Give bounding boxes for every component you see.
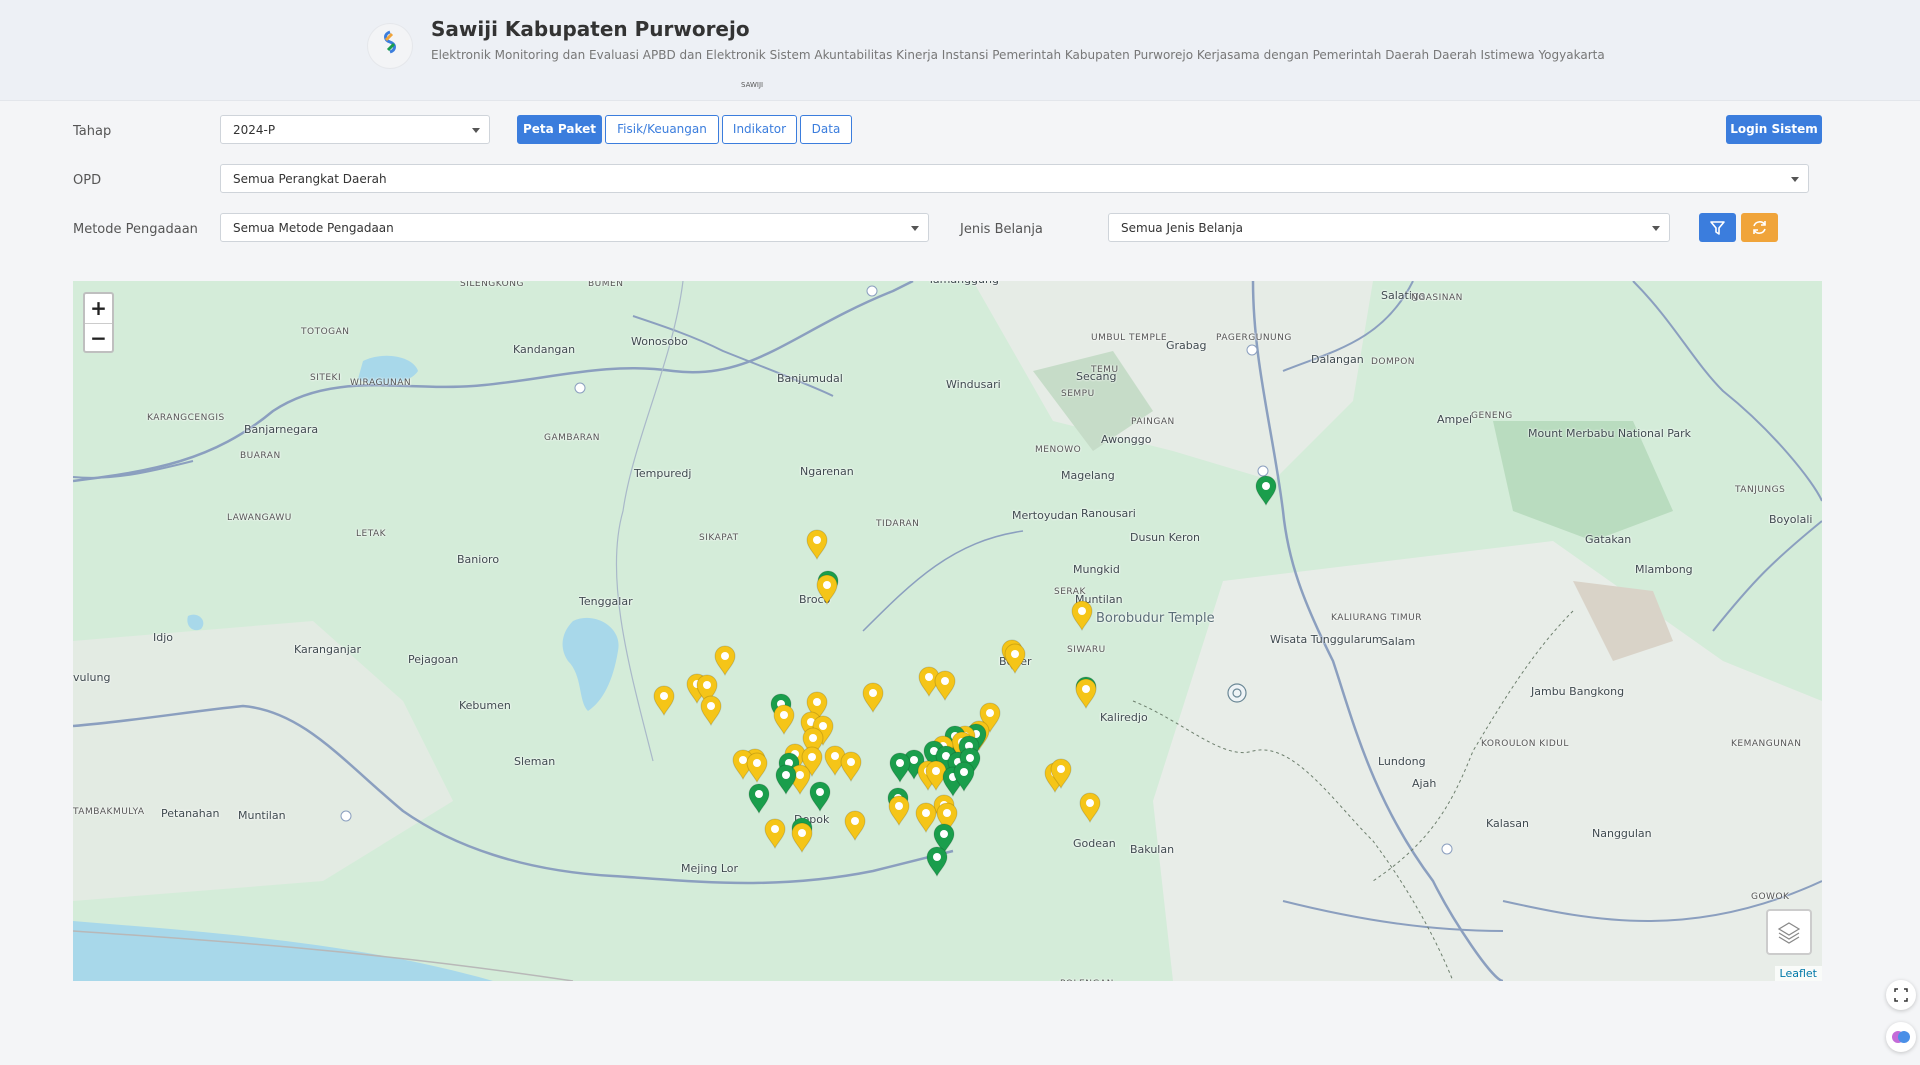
tahap-select[interactable]: 2024-P — [220, 115, 490, 144]
app-header: SAWIJI Sawiji Kabupaten Purworejo Elektr… — [0, 0, 1920, 101]
map-marker-yellow-icon[interactable] — [1071, 600, 1093, 632]
map-marker-yellow-icon[interactable] — [700, 695, 722, 727]
chevron-down-icon — [472, 128, 480, 133]
tahap-select-value: 2024-P — [233, 123, 276, 137]
expand-icon — [1894, 988, 1908, 1002]
map-marker-green-icon[interactable] — [748, 783, 770, 815]
zoom-out-button[interactable]: − — [85, 324, 112, 353]
layers-button[interactable] — [1766, 909, 1812, 955]
login-button[interactable]: Login Sistem — [1726, 115, 1822, 144]
tab-indikator[interactable]: Indikator — [722, 115, 797, 144]
fullscreen-button[interactable] — [1886, 980, 1916, 1010]
tab-fisik-keuangan[interactable]: Fisik/Keuangan — [605, 115, 719, 144]
map-marker-yellow-icon[interactable] — [806, 529, 828, 561]
map-marker-yellow-icon[interactable] — [888, 795, 910, 827]
brain-icon — [1892, 1031, 1910, 1043]
map-marker-yellow-icon[interactable] — [1075, 678, 1097, 710]
opd-select[interactable]: Semua Perangkat Daerah — [220, 164, 1809, 193]
refresh-icon — [1753, 221, 1766, 234]
opd-select-value: Semua Perangkat Daerah — [233, 172, 387, 186]
map-marker-yellow-icon[interactable] — [1004, 643, 1026, 675]
assistant-button[interactable] — [1886, 1022, 1916, 1052]
temple-icon — [1227, 683, 1247, 703]
map-marker-yellow-icon[interactable] — [773, 704, 795, 736]
metode-select[interactable]: Semua Metode Pengadaan — [220, 213, 929, 242]
app-title: Sawiji Kabupaten Purworejo — [431, 17, 750, 41]
map-attribution[interactable]: Leaflet — [1774, 966, 1822, 981]
jenis-belanja-select[interactable]: Semua Jenis Belanja — [1108, 213, 1670, 242]
map-marker-yellow-icon[interactable] — [653, 685, 675, 717]
reset-button[interactable] — [1741, 213, 1778, 242]
tab-data[interactable]: Data — [800, 115, 852, 144]
opd-label: OPD — [73, 173, 102, 188]
logo-mark-icon — [384, 30, 396, 54]
map-marker-yellow-icon[interactable] — [764, 818, 786, 850]
app-logo: SAWIJI — [368, 24, 763, 89]
layers-icon — [1777, 922, 1801, 944]
map-marker-yellow-icon[interactable] — [844, 810, 866, 842]
map-marker-yellow-icon[interactable] — [746, 752, 768, 784]
chevron-down-icon — [911, 226, 919, 231]
map-container[interactable]: SILENGKONGBUMENTamanggungSalatigaNGASINA… — [73, 281, 1822, 981]
map-marker-yellow-icon[interactable] — [934, 670, 956, 702]
map-marker-green-icon[interactable] — [889, 752, 911, 784]
logo-text: SAWIJI — [741, 81, 764, 89]
zoom-control: + − — [83, 292, 114, 353]
map-marker-yellow-icon[interactable] — [791, 822, 813, 854]
metode-select-value: Semua Metode Pengadaan — [233, 221, 394, 235]
metode-label: Metode Pengadaan — [73, 222, 198, 237]
jenis-belanja-select-value: Semua Jenis Belanja — [1121, 221, 1243, 235]
chevron-down-icon — [1652, 226, 1660, 231]
map-marker-green-icon[interactable] — [1255, 475, 1277, 507]
tahap-label: Tahap — [73, 124, 112, 139]
filter-button[interactable] — [1699, 213, 1736, 242]
zoom-in-button[interactable]: + — [85, 294, 112, 324]
jenis-belanja-label: Jenis Belanja — [960, 222, 1043, 237]
filter-icon — [1710, 221, 1725, 235]
map-marker-yellow-icon[interactable] — [915, 802, 937, 834]
map-marker-yellow-icon[interactable] — [1079, 792, 1101, 824]
marker-layer[interactable] — [73, 281, 1822, 981]
map-marker-yellow-icon[interactable] — [862, 682, 884, 714]
tab-peta-paket[interactable]: Peta Paket — [517, 115, 602, 144]
map-marker-green-icon[interactable] — [775, 764, 797, 796]
map-marker-yellow-icon[interactable] — [816, 574, 838, 606]
map-marker-yellow-icon[interactable] — [840, 751, 862, 783]
map-marker-yellow-icon[interactable] — [714, 645, 736, 677]
map-marker-green-icon[interactable] — [926, 846, 948, 878]
app-subtitle: Elektronik Monitoring dan Evaluasi APBD … — [431, 48, 1605, 62]
map-marker-green-icon[interactable] — [809, 781, 831, 813]
chevron-down-icon — [1791, 177, 1799, 182]
